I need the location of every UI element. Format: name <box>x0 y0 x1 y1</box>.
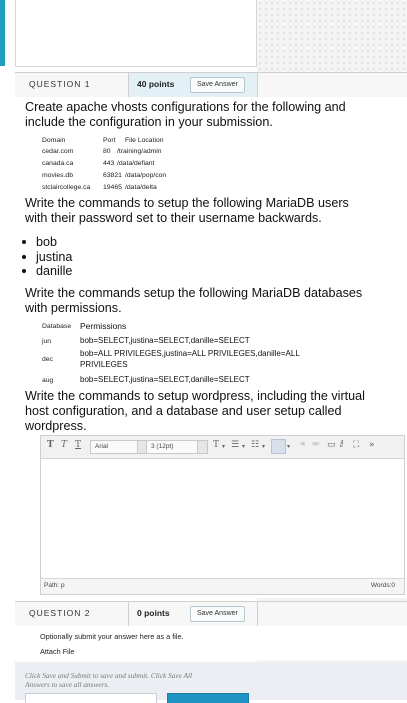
vhosts-location: /data/defiant <box>117 160 155 167</box>
wp-instruction-line-3: wordpress. <box>25 419 87 433</box>
question-1-header: QUESTION 1 40 points Save Answer <box>15 72 407 98</box>
text-color-icon[interactable]: T <box>213 440 219 450</box>
db-name: aug <box>42 377 54 384</box>
fullscreen-icon[interactable]: ⛶ <box>353 440 359 450</box>
db-permissions-cont: PRIVILEGES <box>80 360 128 369</box>
format-icon[interactable] <box>271 439 286 454</box>
chevron-down-icon: ▾ <box>222 443 226 450</box>
footer-note-line-1: Click Save and Submit to save and submit… <box>25 671 193 680</box>
bold-icon[interactable]: T <box>47 440 54 450</box>
chevron-down-icon <box>197 441 207 453</box>
question-1-points-box: 40 points Save Answer <box>128 73 258 97</box>
save-all-answers-button[interactable] <box>25 693 157 703</box>
question-2-header: QUESTION 2 0 points Save Answer <box>15 601 407 627</box>
bullet-list-icon[interactable]: ☰ <box>231 440 239 450</box>
answer-text-area[interactable] <box>41 459 404 577</box>
vhosts-instruction-line-1: Create apache vhosts configurations for … <box>25 100 346 114</box>
question-2-points: 0 points <box>137 608 170 618</box>
wp-instruction-line-2: host configuration, and a database and u… <box>25 404 342 418</box>
question-1-title: QUESTION 1 <box>29 79 91 89</box>
vhosts-port: 443 <box>103 160 115 167</box>
user-list-item: justina <box>21 250 73 264</box>
user-list-item: danille <box>21 264 73 278</box>
editor-status-bar: Path: p Words:0 <box>41 578 404 594</box>
editor-toolbar: T T T Arial 3 (12pt) T ▾ ☰ ▾ ☷ ▾ ▾ ⚭ ⚮ ▭… <box>41 436 404 459</box>
expand-toolbar-icon[interactable]: » <box>369 440 375 450</box>
font-size-value: 3 (12pt) <box>151 443 174 450</box>
footer-note: Click Save and Submit to save and submit… <box>25 671 245 689</box>
vhosts-port: 80 <box>103 148 111 155</box>
db-header-database: Database <box>42 323 72 330</box>
editor-path-label: Path: p <box>44 582 65 589</box>
vhosts-header-domain: Domain <box>42 137 66 144</box>
users-instruction-line-1: Write the commands to setup the followin… <box>25 196 349 210</box>
accent-bar <box>0 0 5 66</box>
question-2-title: QUESTION 2 <box>29 608 91 618</box>
chevron-down-icon: ▾ <box>262 443 266 450</box>
vhosts-domain: stclaircollege.ca <box>42 184 91 191</box>
vhosts-location: /data/delta <box>125 184 157 191</box>
unlink-icon[interactable]: ⚮ <box>312 440 320 450</box>
vhosts-instruction-line-2: include the configuration in your submis… <box>25 115 273 129</box>
chevron-down-icon: ▾ <box>242 443 246 450</box>
wp-instruction-line-1: Write the commands to setup wordpress, i… <box>25 389 365 403</box>
vhosts-domain: cedar.com <box>42 148 74 155</box>
font-size-select[interactable]: 3 (12pt) <box>146 440 208 454</box>
attach-file-button[interactable]: Attach File <box>40 647 74 656</box>
user-list-item: bob <box>21 235 58 249</box>
db-header-permissions: Permissions <box>80 321 127 331</box>
db-instruction-line-2: with permissions. <box>25 301 122 315</box>
vhosts-domain: canada.ca <box>42 160 74 167</box>
vhosts-header-location: File Location <box>125 137 164 144</box>
question-2-save-answer-button[interactable]: Save Answer <box>190 606 245 622</box>
db-permissions: bob=SELECT,justina=SELECT,danille=SELECT <box>80 336 250 345</box>
word-count-label: Words:0 <box>370 582 395 589</box>
answer-editor: T T T Arial 3 (12pt) T ▾ ☰ ▾ ☷ ▾ ▾ ⚭ ⚮ ▭… <box>40 435 405 595</box>
db-permissions: bob=SELECT,justina=SELECT,danille=SELECT <box>80 375 250 384</box>
vhosts-header-port: Port <box>103 137 116 144</box>
question-2-text: Optionally submit your answer here as a … <box>40 632 184 641</box>
font-family-value: Arial <box>95 443 109 450</box>
chevron-down-icon: ▾ <box>287 443 291 450</box>
vhosts-location: /training/admin <box>117 148 162 155</box>
font-family-select[interactable]: Arial <box>90 440 148 454</box>
question-2-points-box: 0 points Save Answer <box>128 602 258 626</box>
italic-icon[interactable]: T <box>61 440 67 450</box>
db-permissions: bob=ALL PRIVILEGES,justina=ALL PRIVILEGE… <box>80 349 300 358</box>
db-instruction-line-1: Write the commands setup the following M… <box>25 286 363 300</box>
insert-comment-icon[interactable]: ▭ <box>327 440 336 450</box>
question-1-points: 40 points <box>137 79 175 89</box>
link-icon[interactable]: ⚭ <box>299 440 307 450</box>
save-and-submit-button[interactable] <box>167 693 249 703</box>
vhosts-port: 63821 <box>103 172 122 179</box>
vhosts-domain: movies.db <box>42 172 73 179</box>
db-name: jun <box>42 338 52 345</box>
previous-content-card <box>15 0 257 67</box>
info-icon[interactable]: ⅈ <box>340 440 343 450</box>
submission-footer: Click Save and Submit to save and submit… <box>15 662 407 703</box>
vhosts-port: 19465 <box>103 184 122 191</box>
underline-icon[interactable]: T <box>75 440 81 450</box>
numbered-list-icon[interactable]: ☷ <box>251 440 259 450</box>
vhosts-location: /data/pop/con <box>125 172 167 179</box>
footer-note-line-2: Answers to save all answers. <box>25 680 110 689</box>
question-1-save-answer-button[interactable]: Save Answer <box>190 77 245 93</box>
db-name: dec <box>42 356 53 363</box>
users-instruction-line-2: with their password set to their usernam… <box>25 211 322 225</box>
